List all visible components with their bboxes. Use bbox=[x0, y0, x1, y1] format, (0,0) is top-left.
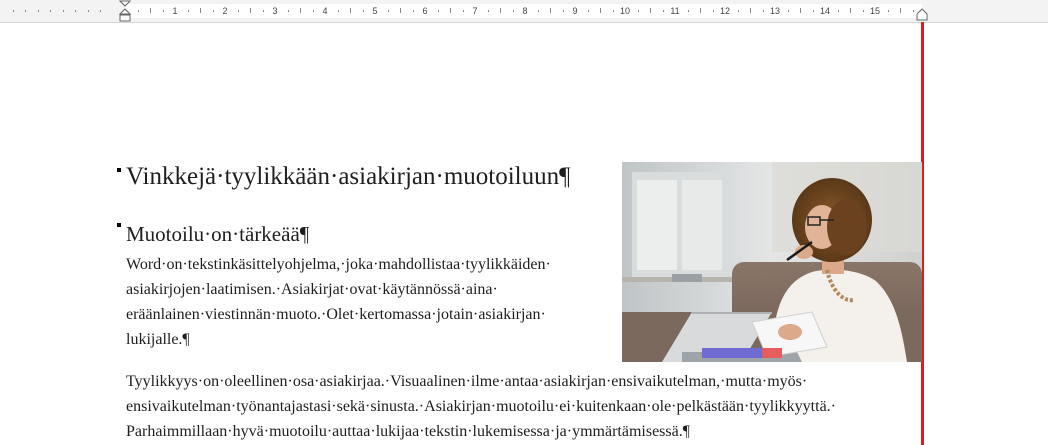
ruler-tick bbox=[350, 8, 351, 13]
ruler-tick bbox=[12, 10, 14, 12]
ruler-number: 11 bbox=[670, 6, 680, 16]
ruler-tick bbox=[300, 8, 301, 13]
photo-illustration bbox=[622, 162, 922, 362]
ruler-number: 13 bbox=[769, 6, 781, 16]
ruler-tick bbox=[512, 10, 514, 12]
ruler-tick bbox=[600, 8, 601, 13]
ruler-tick bbox=[550, 8, 551, 13]
ruler-tick bbox=[412, 10, 414, 12]
paragraph-line: eräänlainen·viestinnän·muoto.·Olet·kerto… bbox=[126, 306, 546, 323]
ruler-tick bbox=[562, 10, 564, 12]
ruler-number: 4 bbox=[322, 6, 328, 16]
ruler-tick bbox=[800, 8, 801, 13]
ruler-tick bbox=[887, 10, 889, 12]
ruler-tick bbox=[312, 10, 314, 12]
ruler-tick bbox=[25, 10, 26, 12]
paragraph-line: lukijalle.¶ bbox=[126, 331, 190, 348]
paragraph-mark-heading2 bbox=[117, 223, 121, 227]
ruler-tick bbox=[62, 10, 64, 12]
ruler-number: 6 bbox=[422, 6, 428, 16]
ruler-tick bbox=[650, 8, 651, 13]
paragraph-line: Tyylikkyys·on·oleellinen·osa·asiakirjaa.… bbox=[126, 373, 808, 390]
ruler-number: 12 bbox=[719, 6, 731, 16]
ruler-tick bbox=[537, 10, 539, 12]
ruler-tick bbox=[837, 10, 839, 12]
ruler-tick bbox=[912, 10, 914, 12]
ruler-tick bbox=[250, 8, 251, 13]
ruler-tick bbox=[500, 8, 501, 13]
ruler-tick bbox=[900, 8, 901, 13]
ruler-tick bbox=[437, 10, 439, 12]
ruler-tick bbox=[400, 8, 401, 13]
ruler-tick bbox=[212, 10, 214, 12]
ruler-tick bbox=[862, 10, 864, 12]
ruler-tick bbox=[712, 10, 714, 12]
ruler-tick bbox=[100, 10, 101, 12]
ruler-tick bbox=[450, 8, 451, 13]
right-indent-marker[interactable] bbox=[916, 8, 928, 22]
ruler-tick bbox=[137, 10, 139, 12]
ruler-tick bbox=[50, 10, 51, 12]
ruler-number: 10 bbox=[619, 6, 631, 16]
ruler-tick bbox=[812, 10, 814, 12]
ruler-tick bbox=[787, 10, 789, 12]
ruler-number: 5 bbox=[372, 6, 378, 16]
ruler-tick bbox=[362, 10, 364, 12]
left-indent-marker[interactable] bbox=[119, 0, 131, 22]
ruler-tick bbox=[262, 10, 264, 12]
ruler-tick bbox=[587, 10, 589, 12]
ruler-tick bbox=[387, 10, 389, 12]
heading-2[interactable]: Muotoilu·on·tärkeää¶ bbox=[126, 222, 309, 247]
horizontal-ruler[interactable]: 1 2 3 4 5 6 7 8 9 10 11 12 13 14 15 bbox=[0, 0, 1048, 23]
ruler-tick bbox=[750, 8, 751, 13]
ruler-tick bbox=[737, 10, 739, 12]
paragraph-1[interactable]: Word·on·tekstinkäsittelyohjelma,·joka·ma… bbox=[126, 252, 616, 352]
woman-with-laptop-photo[interactable] bbox=[622, 162, 922, 362]
ruler-number: 2 bbox=[222, 6, 228, 16]
ruler-tick bbox=[700, 8, 701, 13]
paragraph-mark-heading1 bbox=[117, 168, 121, 172]
ruler-tick bbox=[237, 10, 239, 12]
ruler-tick bbox=[687, 10, 689, 12]
ruler-number: 3 bbox=[272, 6, 278, 16]
ruler-tick bbox=[637, 10, 639, 12]
ruler-number: 7 bbox=[472, 6, 478, 16]
ruler-tick bbox=[662, 10, 664, 12]
ruler-number: 14 bbox=[819, 6, 831, 16]
ruler-tick bbox=[75, 10, 76, 12]
heading-1[interactable]: Vinkkejä·tyylikkään·asiakirjan·muotoiluu… bbox=[126, 163, 570, 191]
ruler-tick bbox=[612, 10, 614, 12]
ruler-tick bbox=[37, 10, 39, 12]
ruler-tick bbox=[850, 8, 851, 13]
ruler-tick bbox=[487, 10, 489, 12]
paragraph-line: ensivaikutelman·työnantajastasi·sekä·sin… bbox=[126, 398, 836, 415]
ruler-tick bbox=[87, 10, 89, 12]
paragraph-2[interactable]: Tyylikkyys·on·oleellinen·osa·asiakirjaa.… bbox=[126, 369, 926, 444]
ruler-tick bbox=[150, 8, 151, 13]
paragraph-line: asiakirjojen·laatimisen.·Asiakirjat·ovat… bbox=[126, 281, 498, 298]
ruler-tick bbox=[762, 10, 764, 12]
ruler-tick bbox=[200, 8, 201, 13]
paragraph-line: Parhaimmillaan·hyvä·muotoilu·auttaa·luki… bbox=[126, 423, 690, 440]
ruler-number: 8 bbox=[522, 6, 528, 16]
ruler-number: 1 bbox=[172, 6, 178, 16]
ruler-tick bbox=[287, 10, 289, 12]
ruler-number: 15 bbox=[869, 6, 881, 16]
ruler-tick bbox=[462, 10, 464, 12]
ruler-tick bbox=[162, 10, 164, 12]
ruler-number: 9 bbox=[572, 6, 578, 16]
ruler-tick bbox=[187, 10, 189, 12]
paragraph-line: Word·on·tekstinkäsittelyohjelma,·joka·ma… bbox=[126, 256, 551, 273]
ruler-tick bbox=[337, 10, 339, 12]
